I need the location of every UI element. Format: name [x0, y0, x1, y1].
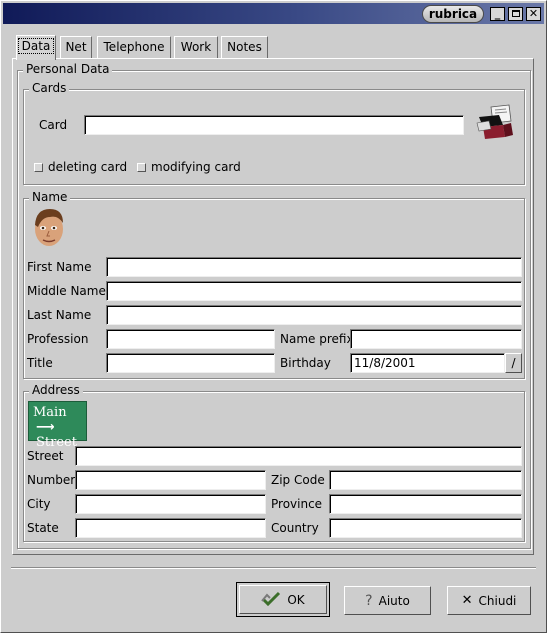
tab-label: Telephone	[103, 40, 165, 54]
tab-notes[interactable]: Notes	[221, 36, 268, 59]
close-window-button[interactable]: ✕	[526, 7, 541, 21]
name-prefix-label: Name prefix	[280, 332, 354, 346]
street-field[interactable]	[75, 446, 522, 466]
tab-work[interactable]: Work	[174, 36, 218, 59]
state-field[interactable]	[75, 518, 266, 538]
province-field[interactable]	[329, 494, 522, 514]
maximize-button[interactable]	[508, 7, 523, 21]
zip-code-label: Zip Code	[271, 473, 325, 487]
face-avatar-icon	[30, 205, 68, 249]
window-title: rubrica	[422, 5, 484, 23]
street-sign-icon: Main ⟶ Street	[28, 401, 87, 450]
city-field[interactable]	[75, 494, 266, 514]
birthday-field[interactable]: 11/8/2001	[350, 353, 505, 373]
first-name-label: First Name	[27, 260, 92, 274]
zip-code-field[interactable]	[329, 470, 522, 490]
state-label: State	[27, 521, 59, 535]
tab-data[interactable]: Data	[16, 35, 56, 60]
tab-label: Net	[65, 40, 87, 54]
country-field[interactable]	[329, 518, 522, 538]
arrow-right-icon: ⟶	[36, 420, 55, 435]
tab-telephone[interactable]: Telephone	[97, 36, 171, 59]
question-icon: ?	[365, 592, 373, 609]
footer-separator	[11, 567, 536, 569]
middle-name-field[interactable]	[106, 281, 522, 301]
card-file-icon	[475, 103, 515, 143]
tab-net[interactable]: Net	[60, 36, 92, 59]
close-label: Chiudi	[478, 593, 517, 608]
profession-field[interactable]	[106, 329, 275, 349]
tab-label: Notes	[227, 40, 262, 54]
middle-name-label: Middle Name	[27, 284, 106, 298]
minimize-button[interactable]: _	[490, 7, 505, 21]
title-field[interactable]	[106, 353, 275, 373]
last-name-field[interactable]	[106, 305, 522, 325]
help-label: Aiuto	[378, 593, 410, 608]
modifying-card-label: modifying card	[151, 160, 241, 174]
birthday-label: Birthday	[280, 356, 331, 370]
maximize-icon	[511, 10, 520, 17]
first-name-field[interactable]	[106, 257, 522, 277]
city-label: City	[27, 497, 51, 511]
profession-label: Profession	[27, 332, 89, 346]
last-name-label: Last Name	[27, 308, 92, 322]
deleting-card-label: deleting card	[48, 160, 128, 174]
name-legend: Name	[29, 190, 71, 204]
check-icon	[261, 590, 281, 609]
deleting-card-checkbox[interactable]	[34, 163, 43, 172]
close-button[interactable]: ✕ Chiudi	[447, 586, 531, 615]
number-label: Number	[27, 473, 76, 487]
street-label: Street	[27, 449, 64, 463]
tab-label: Work	[180, 40, 212, 54]
country-label: Country	[271, 521, 319, 535]
tab-label: Data	[17, 38, 55, 54]
title-bar[interactable]: rubrica _ ✕	[3, 3, 544, 24]
card-field[interactable]	[84, 115, 464, 135]
title-label: Title	[27, 356, 53, 370]
province-label: Province	[271, 497, 323, 511]
cards-legend: Cards	[29, 81, 70, 95]
ok-button[interactable]: OK	[236, 582, 330, 617]
number-field[interactable]	[75, 470, 266, 490]
card-label: Card	[39, 118, 68, 132]
birthday-calendar-button[interactable]: /	[505, 353, 522, 373]
name-prefix-field[interactable]	[350, 329, 522, 349]
help-button[interactable]: ? Aiuto	[344, 586, 431, 615]
ok-label: OK	[287, 592, 305, 607]
address-legend: Address	[29, 383, 83, 397]
x-icon: ✕	[461, 593, 473, 608]
main-window: rubrica _ ✕ Data Net Telephone Work Note…	[0, 0, 547, 633]
street-sign-line1: Main	[33, 405, 67, 420]
personal-data-legend: Personal Data	[23, 62, 113, 76]
modifying-card-checkbox[interactable]	[137, 163, 146, 172]
